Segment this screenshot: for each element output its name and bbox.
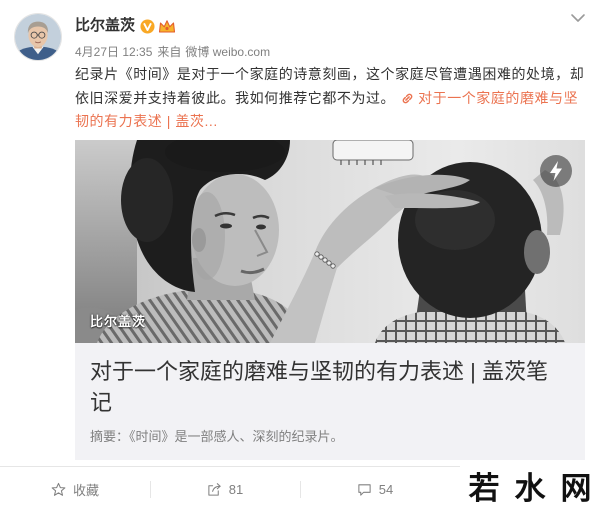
post-source[interactable]: 微博 weibo.com bbox=[185, 45, 270, 59]
site-watermark-text: 若水网 bbox=[468, 471, 600, 506]
author-row: 比尔盖茨 bbox=[75, 15, 176, 37]
chevron-down-icon[interactable] bbox=[570, 12, 586, 24]
forward-count: 81 bbox=[228, 482, 244, 497]
comment-count: 54 bbox=[378, 482, 394, 497]
documentary-photo bbox=[75, 140, 585, 343]
source-prefix: 来自 bbox=[157, 45, 182, 59]
comment-button[interactable]: 54 bbox=[300, 467, 450, 512]
forward-button[interactable]: 81 bbox=[150, 467, 300, 512]
post-meta: 4月27日 12:35 来自 微博 weibo.com bbox=[75, 44, 270, 60]
author-name[interactable]: 比尔盖茨 bbox=[75, 15, 135, 37]
card-image[interactable]: 比尔盖茨 bbox=[75, 140, 585, 343]
author-avatar[interactable] bbox=[14, 13, 62, 61]
forward-icon bbox=[208, 483, 221, 496]
image-watermark: 比尔盖茨 bbox=[90, 314, 147, 329]
article-card[interactable]: 比尔盖茨 对于一个家庭的磨难与坚韧的有力表述 | 盖茨笔记 摘要：《时间》是一部… bbox=[75, 140, 585, 460]
link-icon bbox=[402, 93, 413, 103]
star-icon bbox=[51, 482, 66, 496]
bill-gates-avatar bbox=[15, 14, 61, 60]
post-text: 纪录片《时间》是对于一个家庭的诗意刻画，这个家庭尽管遭遇困难的处境，却依旧深爱并… bbox=[75, 63, 587, 134]
comment-icon bbox=[358, 484, 371, 496]
post-time[interactable]: 4月27日 12:35 bbox=[75, 45, 152, 59]
collect-label: 收藏 bbox=[72, 483, 99, 498]
verified-v-icon[interactable] bbox=[140, 18, 155, 34]
lightning-icon bbox=[540, 155, 572, 187]
collect-button[interactable]: 收藏 bbox=[0, 467, 150, 512]
card-summary: 摘要：《时间》是一部感人、深刻的纪录片。 bbox=[90, 429, 344, 444]
card-title[interactable]: 对于一个家庭的磨难与坚韧的有力表述 | 盖茨笔记 bbox=[90, 356, 560, 418]
crown-icon[interactable] bbox=[158, 19, 176, 34]
site-watermark: 若水网 bbox=[460, 466, 600, 512]
